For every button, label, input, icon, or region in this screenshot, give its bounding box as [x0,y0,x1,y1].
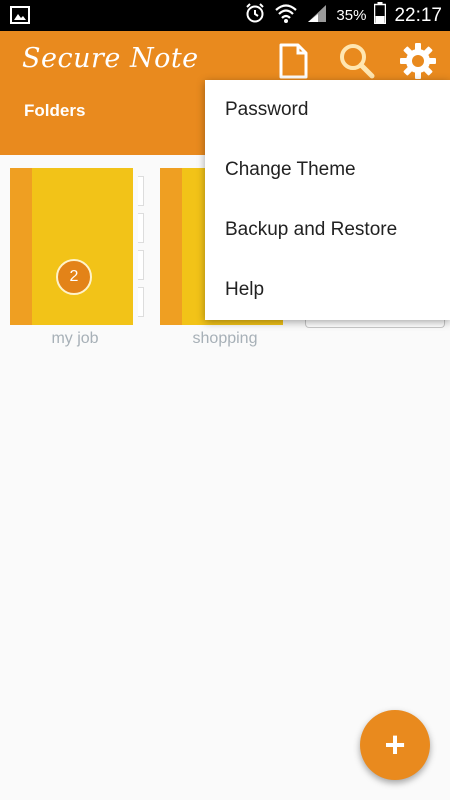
clock: 22:17 [394,4,442,26]
gear-icon[interactable] [398,41,438,81]
search-icon[interactable] [337,41,377,81]
signal-icon [306,3,328,28]
alarm-icon [244,2,266,29]
folder-my-job[interactable]: 2 [10,168,144,328]
section-title[interactable]: Folders [24,101,85,121]
battery-percent: 35% [336,7,367,24]
gallery-icon [10,6,30,29]
folder-label: shopping [192,330,258,347]
wifi-icon [274,2,298,29]
status-bar: 35% 22:17 [0,0,450,31]
settings-menu: Password Change Theme Backup and Restore… [205,80,450,320]
menu-item-password[interactable]: Password [205,80,450,140]
note-count-badge: 2 [56,259,92,295]
app-title: Secure Note [22,43,199,74]
menu-item-backup-restore[interactable]: Backup and Restore [205,200,450,260]
menu-item-help[interactable]: Help [205,260,450,320]
new-note-icon[interactable] [273,41,313,81]
battery-icon [374,2,387,29]
menu-item-change-theme[interactable]: Change Theme [205,140,450,200]
add-folder-button[interactable]: + [360,710,430,780]
folder-label: my job [51,330,99,347]
